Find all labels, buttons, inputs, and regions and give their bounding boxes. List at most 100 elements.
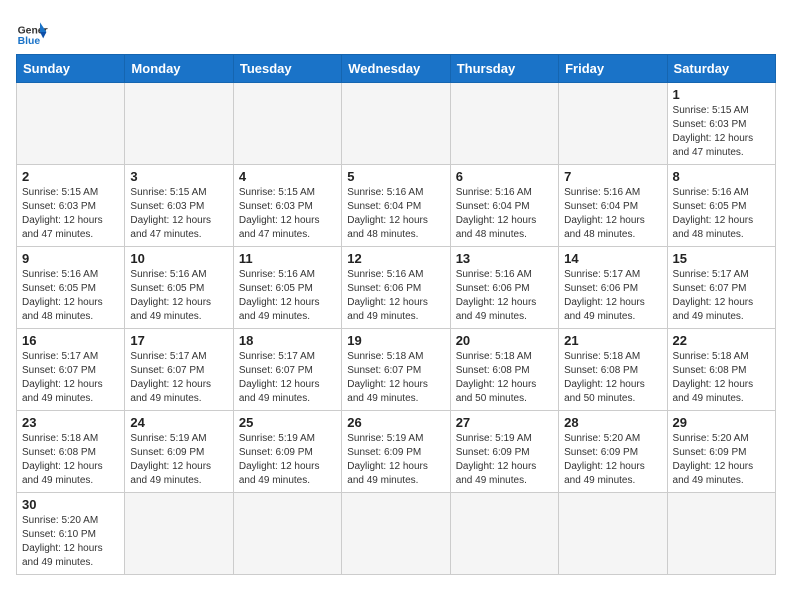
day-cell: 7Sunrise: 5:16 AMSunset: 6:04 PMDaylight… [559, 165, 667, 247]
day-number: 21 [564, 333, 661, 348]
day-cell: 27 Sunrise: 5:19 AMSunset: 6:09 PMDayligh… [450, 411, 558, 493]
day-cell: 17 Sunrise: 5:17 AMSunset: 6:07 PMDayligh… [125, 329, 233, 411]
day-cell: 29 Sunrise: 5:20 AMSunset: 6:09 PMDayligh… [667, 411, 775, 493]
day-cell: 26 Sunrise: 5:19 AMSunset: 6:09 PMDayligh… [342, 411, 450, 493]
day-cell: 13 Sunrise: 5:16 AMSunset: 6:06 PMDayligh… [450, 247, 558, 329]
day-number: 17 [130, 333, 227, 348]
day-header-saturday: Saturday [667, 55, 775, 83]
day-info: Sunrise: 5:17 AMSunset: 6:07 PMDaylight:… [22, 350, 119, 406]
day-header-monday: Monday [125, 55, 233, 83]
day-number: 29 [673, 415, 770, 430]
day-cell [233, 493, 341, 575]
day-info: Sunrise: 5:19 AMSunset: 6:09 PMDaylight:… [130, 432, 227, 488]
day-number: 2 [22, 169, 119, 184]
day-cell: 9 Sunrise: 5:16 AMSunset: 6:05 PMDaylight… [17, 247, 125, 329]
week-row-1: 1Sunrise: 5:15 AMSunset: 6:03 PMDaylight… [17, 83, 776, 165]
day-number: 11 [239, 251, 336, 266]
day-info: Sunrise: 5:18 AMSunset: 6:08 PMDaylight:… [22, 432, 119, 488]
logo: General Blue [16, 16, 48, 48]
day-number: 26 [347, 415, 444, 430]
day-info: Sunrise: 5:16 AMSunset: 6:04 PMDaylight:… [456, 186, 553, 242]
day-cell: 2 Sunrise: 5:15 AMSunset: 6:03 PMDaylight… [17, 165, 125, 247]
day-cell [342, 493, 450, 575]
day-cell [559, 83, 667, 165]
day-info: Sunrise: 5:15 AMSunset: 6:03 PMDaylight:… [673, 104, 770, 160]
week-row-3: 9 Sunrise: 5:16 AMSunset: 6:05 PMDaylight… [17, 247, 776, 329]
day-number: 15 [673, 251, 770, 266]
day-number: 16 [22, 333, 119, 348]
day-info: Sunrise: 5:17 AMSunset: 6:07 PMDaylight:… [239, 350, 336, 406]
day-info: Sunrise: 5:19 AMSunset: 6:09 PMDaylight:… [239, 432, 336, 488]
day-cell [667, 493, 775, 575]
day-cell [125, 83, 233, 165]
day-info: Sunrise: 5:16 AMSunset: 6:06 PMDaylight:… [456, 268, 553, 324]
day-cell: 5Sunrise: 5:16 AMSunset: 6:04 PMDaylight… [342, 165, 450, 247]
day-number: 27 [456, 415, 553, 430]
day-number: 18 [239, 333, 336, 348]
day-info: Sunrise: 5:18 AMSunset: 6:08 PMDaylight:… [564, 350, 661, 406]
day-cell [233, 83, 341, 165]
day-number: 9 [22, 251, 119, 266]
day-cell [450, 83, 558, 165]
day-cell [342, 83, 450, 165]
day-cell: 23 Sunrise: 5:18 AMSunset: 6:08 PMDayligh… [17, 411, 125, 493]
day-header-tuesday: Tuesday [233, 55, 341, 83]
day-number: 20 [456, 333, 553, 348]
day-cell: 6Sunrise: 5:16 AMSunset: 6:04 PMDaylight… [450, 165, 558, 247]
day-header-thursday: Thursday [450, 55, 558, 83]
day-info: Sunrise: 5:15 AMSunset: 6:03 PMDaylight:… [22, 186, 119, 242]
calendar-table: SundayMondayTuesdayWednesdayThursdayFrid… [16, 54, 776, 575]
day-cell: 10 Sunrise: 5:16 AMSunset: 6:05 PMDayligh… [125, 247, 233, 329]
day-cell: 24 Sunrise: 5:19 AMSunset: 6:09 PMDayligh… [125, 411, 233, 493]
day-number: 8 [673, 169, 770, 184]
day-cell: 16 Sunrise: 5:17 AMSunset: 6:07 PMDayligh… [17, 329, 125, 411]
header: General Blue [16, 16, 776, 48]
day-number: 30 [22, 497, 119, 512]
day-info: Sunrise: 5:19 AMSunset: 6:09 PMDaylight:… [456, 432, 553, 488]
day-info: Sunrise: 5:20 AMSunset: 6:09 PMDaylight:… [673, 432, 770, 488]
day-cell [17, 83, 125, 165]
day-number: 14 [564, 251, 661, 266]
day-number: 23 [22, 415, 119, 430]
week-row-6: 30 Sunrise: 5:20 AMSunset: 6:10 PMDayligh… [17, 493, 776, 575]
day-info: Sunrise: 5:15 AMSunset: 6:03 PMDaylight:… [130, 186, 227, 242]
day-info: Sunrise: 5:17 AMSunset: 6:07 PMDaylight:… [130, 350, 227, 406]
day-number: 10 [130, 251, 227, 266]
day-header-friday: Friday [559, 55, 667, 83]
day-number: 7 [564, 169, 661, 184]
day-info: Sunrise: 5:20 AMSunset: 6:09 PMDaylight:… [564, 432, 661, 488]
day-cell: 1Sunrise: 5:15 AMSunset: 6:03 PMDaylight… [667, 83, 775, 165]
day-cell: 4 Sunrise: 5:15 AMSunset: 6:03 PMDaylight… [233, 165, 341, 247]
day-info: Sunrise: 5:18 AMSunset: 6:07 PMDaylight:… [347, 350, 444, 406]
day-cell: 14 Sunrise: 5:17 AMSunset: 6:06 PMDayligh… [559, 247, 667, 329]
header-row: SundayMondayTuesdayWednesdayThursdayFrid… [17, 55, 776, 83]
day-number: 24 [130, 415, 227, 430]
day-number: 3 [130, 169, 227, 184]
day-info: Sunrise: 5:17 AMSunset: 6:06 PMDaylight:… [564, 268, 661, 324]
day-cell: 3 Sunrise: 5:15 AMSunset: 6:03 PMDaylight… [125, 165, 233, 247]
day-cell [559, 493, 667, 575]
day-cell: 25 Sunrise: 5:19 AMSunset: 6:09 PMDayligh… [233, 411, 341, 493]
day-info: Sunrise: 5:16 AMSunset: 6:05 PMDaylight:… [130, 268, 227, 324]
day-info: Sunrise: 5:20 AMSunset: 6:10 PMDaylight:… [22, 514, 119, 570]
day-cell: 12Sunrise: 5:16 AMSunset: 6:06 PMDayligh… [342, 247, 450, 329]
day-header-wednesday: Wednesday [342, 55, 450, 83]
svg-text:Blue: Blue [18, 36, 41, 47]
day-number: 22 [673, 333, 770, 348]
day-info: Sunrise: 5:16 AMSunset: 6:05 PMDaylight:… [673, 186, 770, 242]
day-cell: 20Sunrise: 5:18 AMSunset: 6:08 PMDayligh… [450, 329, 558, 411]
day-number: 25 [239, 415, 336, 430]
day-cell: 22Sunrise: 5:18 AMSunset: 6:08 PMDayligh… [667, 329, 775, 411]
day-info: Sunrise: 5:16 AMSunset: 6:04 PMDaylight:… [347, 186, 444, 242]
day-cell: 11Sunrise: 5:16 AMSunset: 6:05 PMDayligh… [233, 247, 341, 329]
day-info: Sunrise: 5:16 AMSunset: 6:05 PMDaylight:… [22, 268, 119, 324]
day-number: 13 [456, 251, 553, 266]
day-number: 28 [564, 415, 661, 430]
day-number: 4 [239, 169, 336, 184]
day-cell: 21 Sunrise: 5:18 AMSunset: 6:08 PMDayligh… [559, 329, 667, 411]
day-cell: 28 Sunrise: 5:20 AMSunset: 6:09 PMDayligh… [559, 411, 667, 493]
day-info: Sunrise: 5:19 AMSunset: 6:09 PMDaylight:… [347, 432, 444, 488]
day-number: 12 [347, 251, 444, 266]
day-info: Sunrise: 5:15 AMSunset: 6:03 PMDaylight:… [239, 186, 336, 242]
week-row-4: 16 Sunrise: 5:17 AMSunset: 6:07 PMDayligh… [17, 329, 776, 411]
